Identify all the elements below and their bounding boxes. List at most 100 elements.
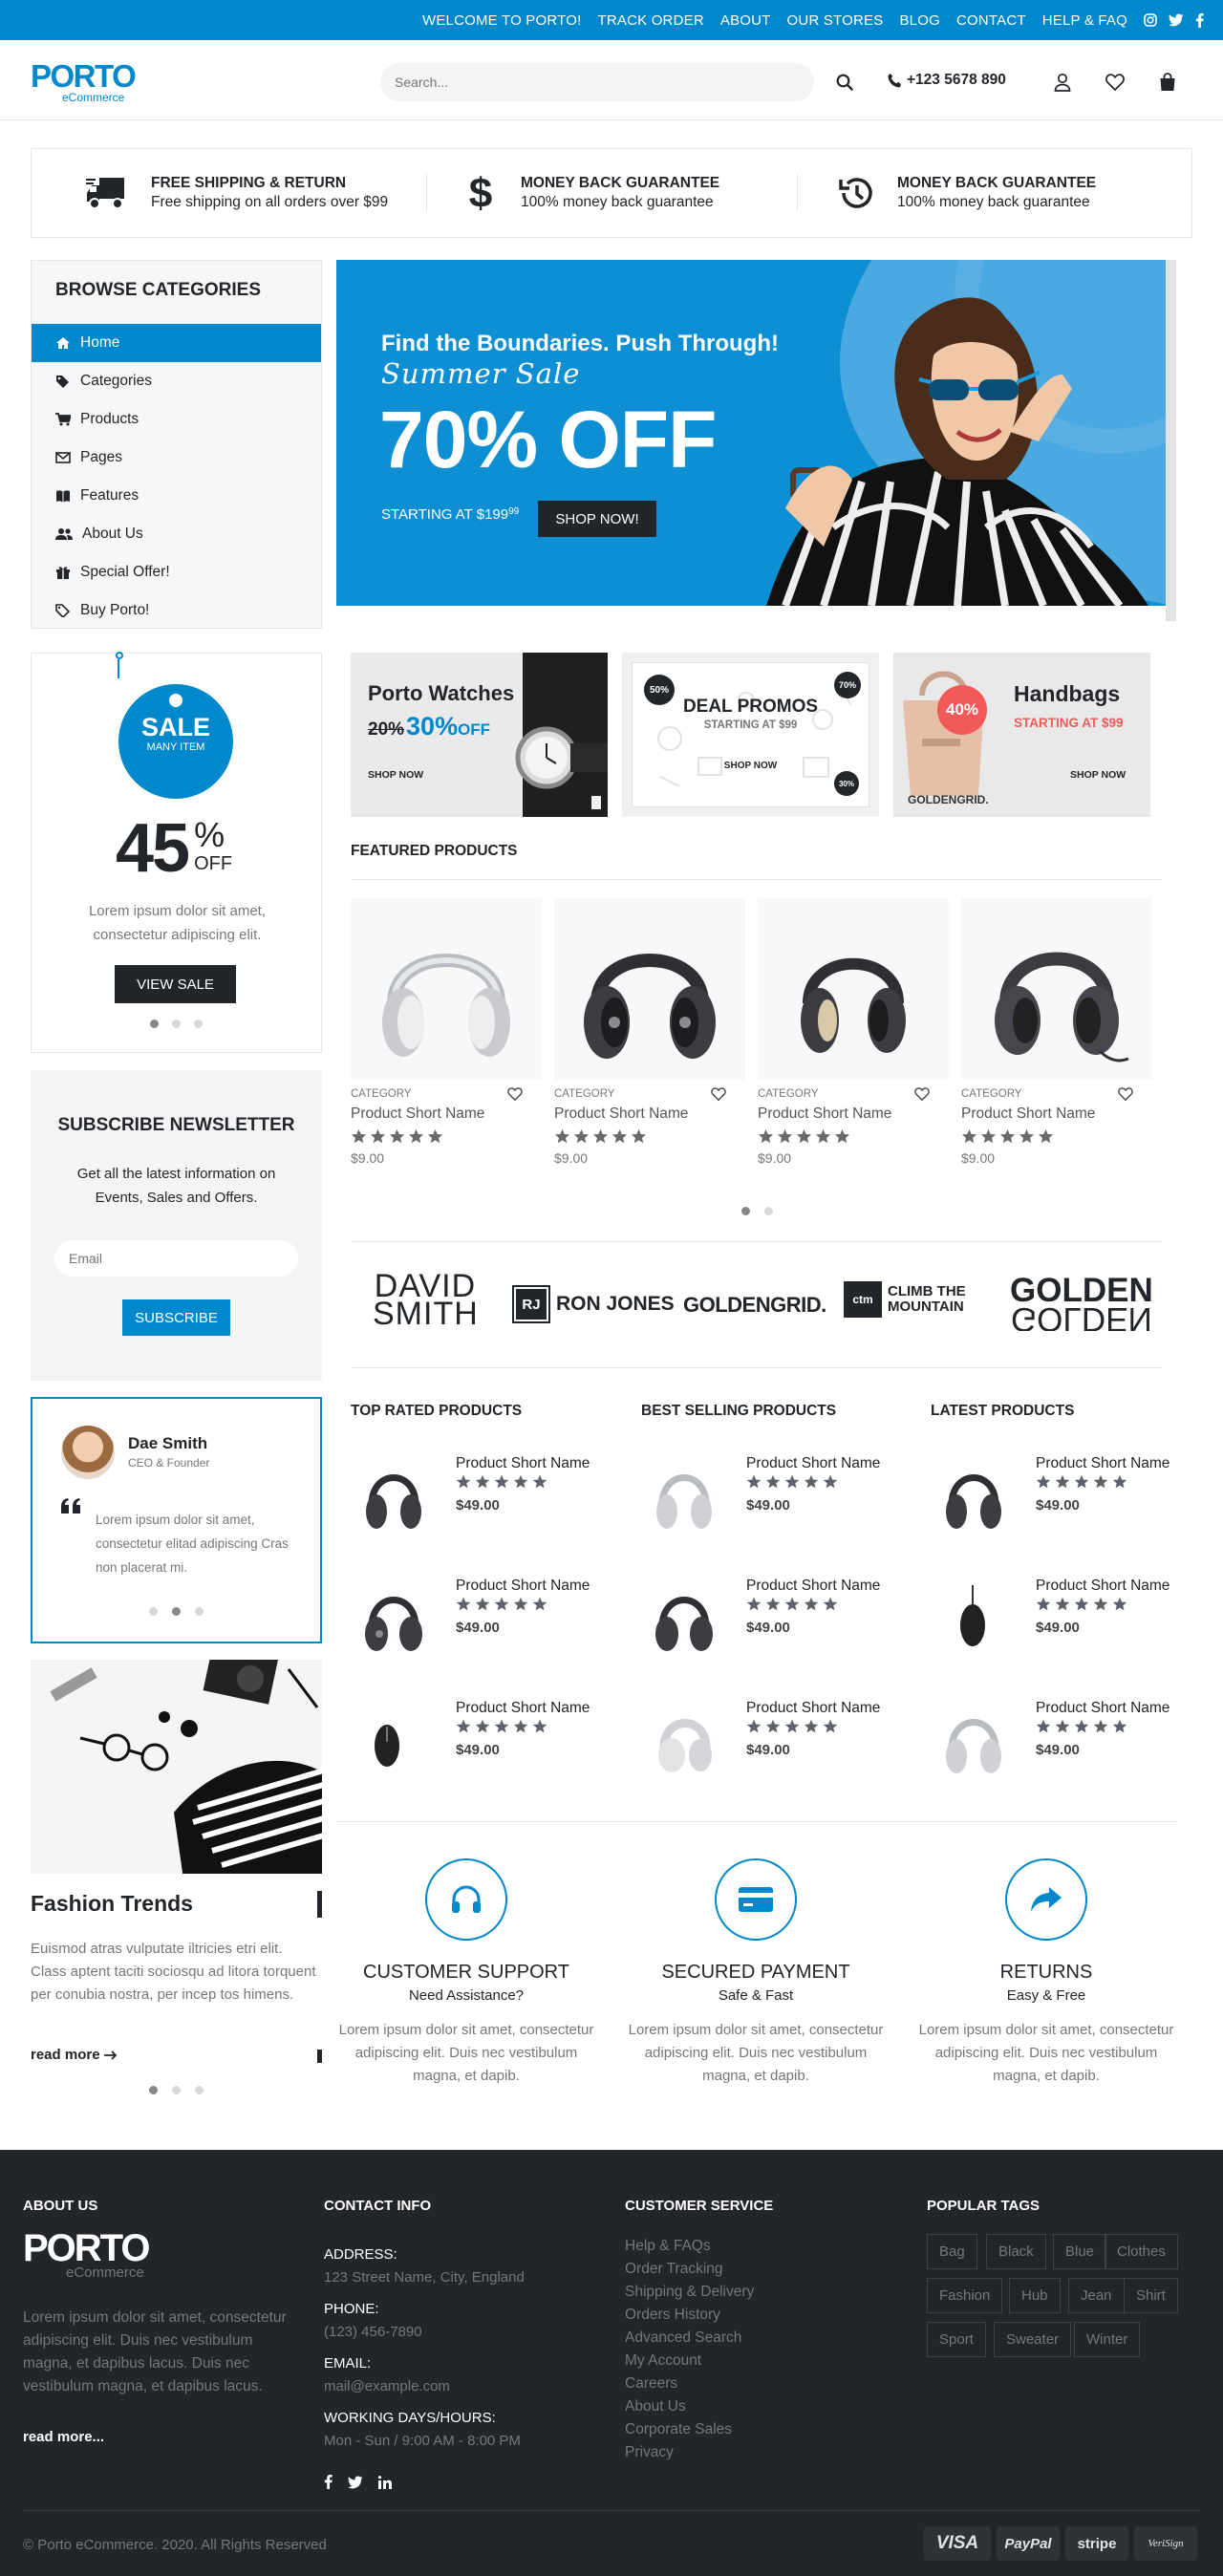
product-name[interactable]: Product Short Name xyxy=(961,1106,1152,1123)
twitter-icon[interactable] xyxy=(348,2476,363,2489)
product-name[interactable]: Product Short Name xyxy=(758,1106,949,1123)
sidebar-item-about[interactable]: About Us xyxy=(32,515,321,553)
tag-black[interactable]: Black xyxy=(986,2234,1046,2269)
view-sale-button[interactable]: VIEW SALE xyxy=(115,965,236,1003)
product-name[interactable]: Product Short Name xyxy=(554,1106,745,1123)
linkedin-icon[interactable] xyxy=(378,2475,392,2489)
footer-link[interactable]: Order Tracking xyxy=(625,2258,754,2281)
tag-jean[interactable]: Jean xyxy=(1068,2278,1125,2313)
list-item[interactable]: Product Short Name $49.00 xyxy=(641,1694,918,1799)
footer-link[interactable]: Advanced Search xyxy=(625,2327,754,2350)
about-link[interactable]: ABOUT xyxy=(720,12,771,29)
footer-link[interactable]: Help & FAQs xyxy=(625,2235,754,2258)
heart-icon[interactable] xyxy=(1098,65,1132,99)
product-card[interactable]: CATEGORY Product Short Name $9.00 xyxy=(351,898,542,1166)
product-category[interactable]: CATEGORY xyxy=(961,1088,1021,1100)
promo-card-watches[interactable]: Porto Watches 20% 30% OFF SHOP NOW xyxy=(351,653,608,817)
footer-link[interactable]: Careers xyxy=(625,2372,754,2395)
carousel-dot[interactable] xyxy=(172,1607,181,1616)
product-image[interactable] xyxy=(641,1694,727,1790)
promo-cta[interactable]: SHOP NOW xyxy=(1070,769,1126,781)
promo-cta[interactable]: SHOP NOW xyxy=(368,769,423,781)
product-image[interactable] xyxy=(351,1449,437,1545)
newsletter-email-input[interactable] xyxy=(54,1240,298,1277)
product-image[interactable] xyxy=(351,1694,437,1790)
promo-cta[interactable]: SHOP NOW xyxy=(622,761,879,771)
tag-bag[interactable]: Bag xyxy=(927,2234,977,2269)
contact-email[interactable]: mail@example.com xyxy=(324,2375,525,2398)
help-faq-link[interactable]: HELP & FAQ xyxy=(1042,12,1127,29)
brand-golden[interactable]: GOLDEN GOLDEN xyxy=(1010,1274,1153,1331)
list-item[interactable]: Product Short Name $49.00 xyxy=(931,1449,1208,1555)
contact-link[interactable]: CONTACT xyxy=(956,12,1026,29)
brand-goldengrid[interactable]: GOLDENGRID. xyxy=(683,1293,826,1318)
product-name[interactable]: Product Short Name xyxy=(1036,1700,1169,1717)
heart-icon[interactable] xyxy=(914,1087,930,1101)
product-name[interactable]: Product Short Name xyxy=(746,1578,880,1595)
heart-icon[interactable] xyxy=(711,1087,726,1101)
sidebar-item-products[interactable]: Products xyxy=(32,400,321,439)
sidebar-item-special-offer[interactable]: Special Offer! xyxy=(32,553,321,591)
shop-now-button[interactable]: SHOP NOW! xyxy=(538,501,656,537)
search-icon[interactable] xyxy=(827,65,862,99)
carousel-dot[interactable] xyxy=(195,2086,204,2094)
bag-icon[interactable] xyxy=(1150,65,1185,99)
phone-contact[interactable]: +123 5678 890 xyxy=(887,72,1006,89)
carousel-dot[interactable] xyxy=(149,2086,158,2094)
list-item[interactable]: Product Short Name $49.00 xyxy=(931,1694,1208,1799)
user-icon[interactable] xyxy=(1045,65,1080,99)
facebook-icon[interactable] xyxy=(324,2475,333,2489)
tag-fashion[interactable]: Fashion xyxy=(927,2278,1003,2313)
banner-scrollbar[interactable] xyxy=(1166,260,1176,621)
search-input[interactable] xyxy=(380,63,814,101)
contact-phone[interactable]: (123) 456-7890 xyxy=(324,2321,525,2344)
list-item[interactable]: Product Short Name $49.00 xyxy=(351,1572,628,1677)
blog-read-more[interactable]: read more xyxy=(31,2047,118,2063)
list-item[interactable]: Product Short Name $49.00 xyxy=(351,1694,628,1799)
tag-sport[interactable]: Sport xyxy=(927,2322,986,2357)
tag-hub[interactable]: Hub xyxy=(1009,2278,1061,2313)
twitter-icon[interactable] xyxy=(1169,13,1184,27)
footer-logo[interactable]: PORTO eCommerce xyxy=(23,2229,151,2280)
product-name[interactable]: Product Short Name xyxy=(746,1700,880,1717)
carousel-dot[interactable] xyxy=(764,1207,773,1215)
carousel-dot[interactable] xyxy=(172,1020,181,1028)
heart-icon[interactable] xyxy=(1118,1087,1133,1101)
blog-title[interactable]: Fashion Trends xyxy=(31,1891,193,1917)
instagram-icon[interactable] xyxy=(1144,13,1157,27)
product-name[interactable]: Product Short Name xyxy=(746,1455,880,1472)
product-image[interactable] xyxy=(931,1694,1017,1790)
product-category[interactable]: CATEGORY xyxy=(351,1088,411,1100)
promo-card-handbags[interactable]: 40% Handbags STARTING AT $99 SHOP NOW GO… xyxy=(893,653,1150,817)
facebook-icon[interactable] xyxy=(1195,12,1204,28)
list-item[interactable]: Product Short Name $49.00 xyxy=(931,1572,1208,1677)
subscribe-button[interactable]: SUBSCRIBE xyxy=(122,1299,230,1336)
product-name[interactable]: Product Short Name xyxy=(351,1106,542,1123)
product-category[interactable]: CATEGORY xyxy=(554,1088,614,1100)
tag-clothes[interactable]: Clothes xyxy=(1105,2234,1178,2269)
tag-sweater[interactable]: Sweater xyxy=(994,2322,1072,2357)
product-image[interactable] xyxy=(758,898,949,1080)
product-name[interactable]: Product Short Name xyxy=(1036,1455,1169,1472)
our-stores-link[interactable]: OUR STORES xyxy=(787,12,884,29)
list-item[interactable]: Product Short Name $49.00 xyxy=(641,1449,918,1555)
product-card[interactable]: CATEGORY Product Short Name $9.00 xyxy=(758,898,949,1166)
product-category[interactable]: CATEGORY xyxy=(758,1088,818,1100)
blog-image[interactable] xyxy=(31,1660,322,1874)
product-image[interactable] xyxy=(931,1572,1017,1667)
tag-shirt[interactable]: Shirt xyxy=(1124,2278,1178,2313)
footer-link[interactable]: Privacy xyxy=(625,2441,754,2464)
tag-blue[interactable]: Blue xyxy=(1053,2234,1107,2269)
product-card[interactable]: CATEGORY Product Short Name $9.00 xyxy=(961,898,1152,1166)
list-item[interactable]: Product Short Name $49.00 xyxy=(351,1449,628,1555)
logo[interactable]: PORTO eCommerce xyxy=(31,60,137,103)
brand-david-smith[interactable]: DAVID SMITH xyxy=(373,1270,478,1330)
tag-winter[interactable]: Winter xyxy=(1074,2322,1141,2357)
footer-link[interactable]: Shipping & Delivery xyxy=(625,2281,754,2304)
carousel-dot[interactable] xyxy=(150,1020,159,1028)
carousel-dot[interactable] xyxy=(741,1207,750,1215)
product-image[interactable] xyxy=(351,898,542,1080)
product-card[interactable]: CATEGORY Product Short Name $9.00 xyxy=(554,898,745,1166)
footer-read-more[interactable]: read more... xyxy=(23,2429,104,2445)
product-image[interactable] xyxy=(641,1449,727,1545)
